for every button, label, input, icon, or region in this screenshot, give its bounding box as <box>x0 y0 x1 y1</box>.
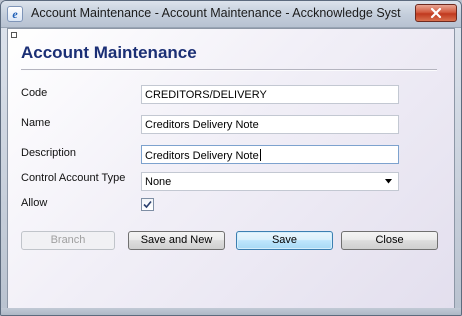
internet-explorer-icon: e <box>7 6 23 22</box>
text-caret <box>259 149 261 161</box>
name-value: Creditors Delivery Note <box>145 119 259 131</box>
code-value: CREDITORS/DELIVERY <box>145 89 267 101</box>
form-heading: Account Maintenance <box>21 43 197 62</box>
dialog-window: e Account Maintenance - Account Maintena… <box>0 0 462 316</box>
branch-button[interactable]: Branch <box>21 231 115 250</box>
close-icon <box>430 7 442 19</box>
window-title: Account Maintenance - Account Maintenanc… <box>31 6 401 20</box>
title-bar[interactable]: e Account Maintenance - Account Maintena… <box>1 1 461 28</box>
description-value: Creditors Delivery Note <box>145 150 259 162</box>
heading-divider <box>21 69 437 71</box>
control-account-type-value: None <box>145 176 172 188</box>
control-account-type-label: Control Account Type <box>21 172 126 184</box>
close-button[interactable]: Close <box>341 231 438 250</box>
dialog-content: Account Maintenance Code CREDITORS/DELIV… <box>7 28 455 309</box>
description-field[interactable]: Creditors Delivery Note <box>141 145 399 164</box>
code-label: Code <box>21 87 48 99</box>
system-menu-box[interactable] <box>11 32 17 38</box>
allow-checkbox[interactable] <box>141 198 154 211</box>
window-bottom-frame <box>1 308 461 315</box>
description-label: Description <box>21 147 77 159</box>
name-field[interactable]: Creditors Delivery Note <box>141 115 399 134</box>
control-account-type-select[interactable]: None <box>141 172 399 191</box>
name-label: Name <box>21 117 51 129</box>
save-and-new-button[interactable]: Save and New <box>128 231 225 250</box>
code-field[interactable]: CREDITORS/DELIVERY <box>141 85 399 104</box>
allow-label: Allow <box>21 197 48 209</box>
window-close-button[interactable] <box>415 4 457 22</box>
save-button[interactable]: Save <box>236 231 333 250</box>
chevron-down-icon[interactable] <box>385 179 392 184</box>
checkmark-icon <box>143 200 152 209</box>
